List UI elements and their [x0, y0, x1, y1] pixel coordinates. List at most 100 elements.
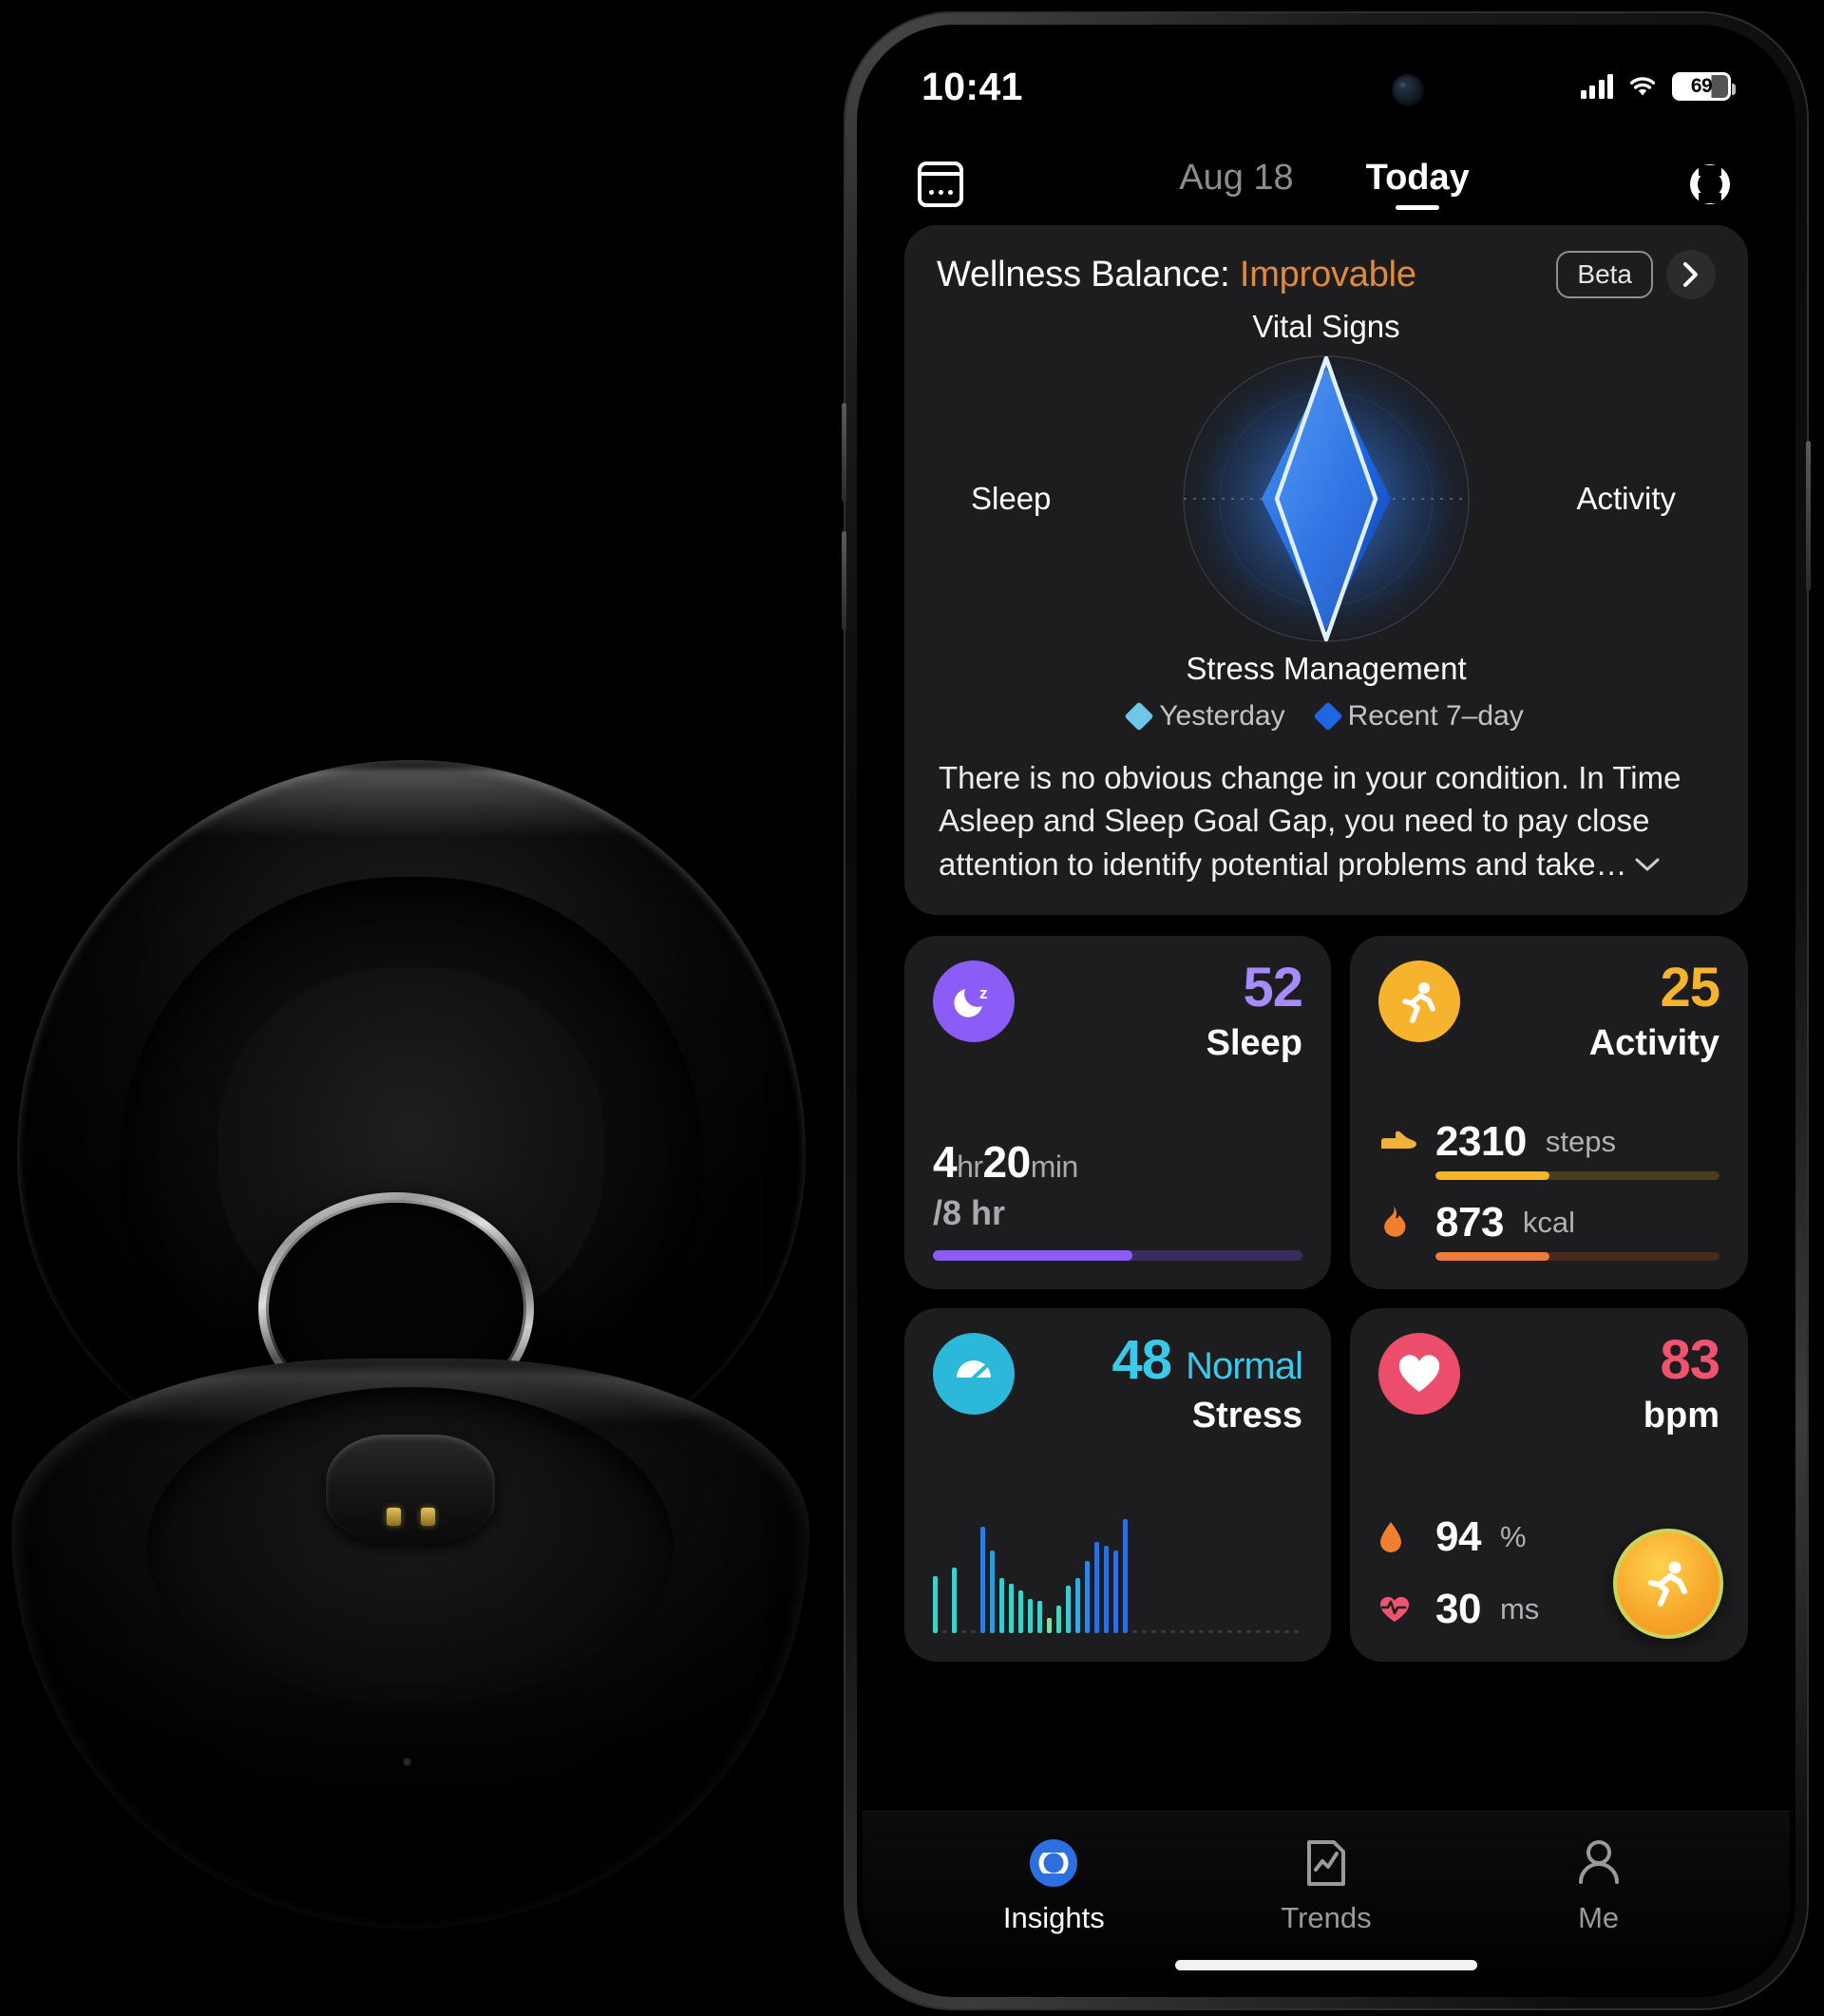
spo2-value: 94: [1435, 1512, 1481, 1560]
wellness-radar-chart[interactable]: Vital Signs Activity Stress Management S…: [929, 309, 1723, 689]
charging-case-base: [11, 1359, 809, 1929]
sleep-progress-track: [933, 1249, 1302, 1261]
wifi-icon: [1629, 77, 1656, 96]
stress-bar: [990, 1550, 995, 1633]
stress-bar-placeholder: [1265, 1629, 1270, 1633]
radar-axis-label-sleep: Sleep: [971, 481, 1052, 516]
sleep-goal: /8 hr: [933, 1192, 1006, 1232]
volume-up-button[interactable]: [842, 403, 846, 502]
stress-card[interactable]: 48 Normal Stress: [904, 1307, 1331, 1662]
tab-label-insights: Insights: [1002, 1901, 1105, 1934]
wellness-title: Wellness Balance: Improvable: [937, 255, 1416, 295]
stress-bar-placeholder: [1218, 1629, 1223, 1633]
sleep-score: 52: [1243, 956, 1303, 1018]
status-clock: 10:41: [922, 64, 1023, 108]
wellness-status: Improvable: [1239, 254, 1416, 295]
svg-text:z: z: [979, 984, 988, 1002]
calendar-icon[interactable]: [918, 161, 963, 207]
ring-sync-icon[interactable]: [1685, 160, 1735, 209]
activity-card-body: 2310 steps 873 kcal: [1378, 1114, 1720, 1261]
stress-bar-placeholder: [1275, 1629, 1280, 1633]
date-tab-today[interactable]: Today: [1366, 158, 1470, 210]
sleep-card[interactable]: z 52 Sleep 4hr20min /8 hr: [904, 935, 1331, 1289]
stress-bar: [933, 1575, 938, 1633]
stress-bar: [1094, 1541, 1099, 1633]
stress-bar: [999, 1578, 1004, 1633]
date-selector: Aug 18 Today: [963, 158, 1685, 210]
sleep-minutes-unit: min: [1030, 1149, 1079, 1184]
case-base-cavity: [146, 1387, 674, 1706]
tab-trends[interactable]: Trends: [1231, 1836, 1421, 1935]
stress-bar: [1009, 1584, 1014, 1633]
smart-ring-product-photo: [0, 0, 836, 2016]
tab-insights[interactable]: Insights: [959, 1836, 1149, 1935]
wellness-detail-button[interactable]: [1666, 250, 1716, 299]
activity-score: 25: [1660, 956, 1720, 1018]
cellular-bars-icon: [1580, 74, 1613, 99]
stress-bar: [1018, 1590, 1023, 1633]
steps-progress-fill: [1435, 1170, 1549, 1180]
sleep-card-body: 4hr20min /8 hr: [933, 1136, 1302, 1261]
calories-progress-track: [1435, 1251, 1720, 1261]
stress-bar: [1123, 1518, 1128, 1633]
stress-bar-chart: [933, 1518, 1302, 1633]
volume-down-button[interactable]: [842, 531, 846, 630]
front-camera-icon: [1392, 74, 1424, 106]
chevron-down-icon[interactable]: [1633, 843, 1662, 885]
stress-bar-placeholder: [1199, 1629, 1204, 1633]
tab-me[interactable]: Me: [1504, 1836, 1694, 1935]
calories-progress-fill: [1435, 1251, 1549, 1261]
phone-device: 10:41 69 Aug 18 Today Wellness Balance: …: [842, 13, 1811, 2008]
start-workout-button[interactable]: [1613, 1528, 1723, 1639]
stress-bar-placeholder: [1170, 1629, 1175, 1633]
blood-drop-icon: [1378, 1521, 1420, 1553]
legend-diamond-yesterday: [1124, 701, 1154, 732]
sleep-card-header: z 52 Sleep: [933, 956, 1303, 1064]
phone-screen: 10:41 69 Aug 18 Today Wellness Balance: …: [863, 30, 1790, 1991]
stress-bar: [1028, 1598, 1033, 1633]
home-indicator[interactable]: [1175, 1960, 1477, 1970]
stress-bar: [980, 1527, 985, 1633]
power-button[interactable]: [1806, 441, 1811, 591]
date-tab-previous[interactable]: Aug 18: [1179, 158, 1293, 210]
stress-bar-placeholder: [1284, 1629, 1289, 1633]
steps-value: 2310: [1435, 1117, 1527, 1165]
legend-item-yesterday: Yesterday: [1124, 700, 1285, 732]
legend-label-recent7day: Recent 7–day: [1347, 700, 1524, 732]
ring-dock: [326, 1435, 495, 1544]
heart-rate-card[interactable]: 83 bpm 94 % 30 ms: [1350, 1307, 1748, 1662]
heart-icon: [1378, 1332, 1460, 1415]
sleep-duration: 4hr20min: [933, 1136, 1302, 1188]
insights-ring-icon: [1027, 1836, 1080, 1890]
sleep-score-block: 52 Sleep: [1206, 956, 1303, 1064]
charging-pin-left: [387, 1508, 402, 1527]
wellness-balance-card[interactable]: Wellness Balance: Improvable Beta Vital …: [904, 225, 1748, 915]
activity-card[interactable]: 25 Activity 2310 steps 873 kcal: [1350, 935, 1748, 1289]
stress-bar-placeholder: [1161, 1629, 1166, 1633]
workout-running-icon: [1648, 1561, 1687, 1607]
stress-bar: [1085, 1561, 1090, 1633]
spo2-unit: %: [1499, 1519, 1527, 1553]
stress-status: Normal: [1186, 1344, 1303, 1387]
flame-icon: [1378, 1206, 1420, 1239]
radar-axis-label-activity: Activity: [1576, 481, 1676, 516]
wellness-header: Wellness Balance: Improvable Beta: [929, 250, 1723, 303]
steps-unit: steps: [1545, 1124, 1616, 1158]
beta-badge[interactable]: Beta: [1556, 251, 1653, 298]
calories-value: 873: [1435, 1198, 1504, 1246]
activity-label: Activity: [1588, 1022, 1720, 1063]
calendar-dots: [922, 189, 960, 195]
stress-bar-placeholder: [1180, 1629, 1185, 1633]
stress-score-block: 48 Normal Stress: [1112, 1332, 1303, 1436]
heart-card-header: 83 bpm: [1378, 1332, 1720, 1436]
sleep-hours: 4: [933, 1136, 958, 1187]
sleep-hours-unit: hr: [957, 1149, 983, 1184]
dynamic-island: [1207, 55, 1445, 125]
person-icon: [1572, 1836, 1625, 1890]
wellness-description: There is no obvious change in your condi…: [939, 757, 1714, 886]
steps-progress-track: [1435, 1170, 1720, 1180]
stress-bar-placeholder: [1256, 1629, 1261, 1633]
heart-pulse-icon: [1378, 1593, 1420, 1626]
wellness-description-text: There is no obvious change in your condi…: [939, 760, 1682, 882]
metric-grid: z 52 Sleep 4hr20min /8 hr 25 Activity 23…: [904, 935, 1748, 1662]
